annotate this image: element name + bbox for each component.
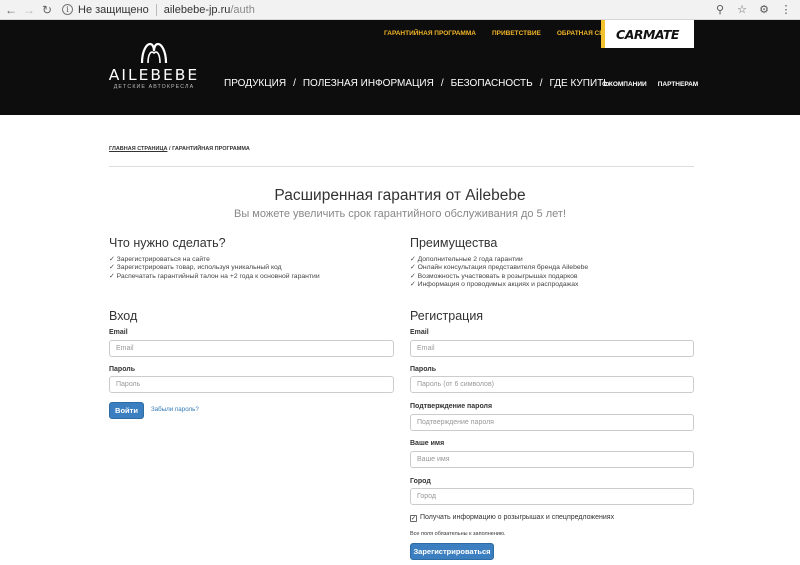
extension-icon[interactable]: ⚙ (756, 2, 772, 18)
nav-separator: / (440, 78, 444, 89)
address-bar[interactable]: i Не защищено ailebebe-jp.ru/auth (62, 2, 706, 18)
browser-toolbar: ← → ↻ i Не защищено ailebebe-jp.ru/auth … (0, 0, 800, 20)
carmate-logo-text: CARMATE (616, 26, 679, 42)
site-logo[interactable]: AILEBEBE ДЕТСКИЕ АВТОКРЕСЛА (108, 40, 200, 115)
city-label: Город (410, 478, 431, 485)
nav-partners[interactable]: ПАРТНЕРАМ (658, 81, 699, 88)
register-email-input[interactable]: Email (410, 340, 694, 357)
register-button[interactable]: Зарегистрироваться (410, 543, 494, 560)
page-title: Расширенная гарантия от Ailebebe (274, 187, 526, 204)
subscribe-checkbox[interactable]: ✓ (410, 515, 417, 522)
register-heading: Регистрация (410, 309, 484, 323)
login-email-label: Email (109, 329, 128, 336)
forward-icon[interactable]: → (22, 3, 36, 17)
menu-icon[interactable]: ⋮ (778, 2, 794, 18)
todo-heading: Что нужно сделать? (109, 236, 226, 250)
security-status[interactable]: Не защищено (78, 4, 149, 16)
benefits-heading: Преимущества (410, 236, 498, 250)
nav-about[interactable]: О КОМПАНИИ (602, 81, 647, 88)
login-password-label: Пароль (109, 366, 136, 373)
carmate-logo[interactable]: CARMATE (601, 20, 694, 48)
login-button[interactable]: Войти (109, 402, 144, 419)
list-item: ✓ Возможность участвовать в розыгрышах п… (410, 272, 578, 280)
list-item: ✓ Зарегистрировать товар, используя уник… (109, 264, 282, 272)
todo-list: ✓ Зарегистрироваться на сайте ✓ Зарегист… (109, 256, 320, 281)
login-heading: Вход (109, 309, 138, 323)
nav-where-to-buy[interactable]: ГДЕ КУПИТЬ (550, 78, 610, 89)
bookmark-star-icon[interactable]: ☆ (734, 2, 750, 18)
back-icon[interactable]: ← (4, 3, 18, 17)
top-link-warranty[interactable]: ГАРАНТИЙНАЯ ПРОГРАММА (384, 30, 476, 37)
name-label: Ваше имя (410, 440, 445, 447)
sub-nav: О КОМПАНИИ ПАРТНЕРАМ (602, 81, 709, 88)
nav-separator: / (293, 78, 296, 89)
register-password-label: Пароль (410, 366, 437, 373)
list-item: ✓ Информация о проводимых акциях и распр… (410, 281, 579, 289)
name-input[interactable]: Ваше имя (410, 451, 694, 468)
divider (109, 166, 694, 167)
subscribe-label[interactable]: Получать информацию о розыгрышах и спецп… (420, 514, 614, 521)
zoom-icon[interactable]: ⚲ (712, 2, 728, 18)
login-password-input[interactable]: Пароль (109, 376, 394, 393)
site-header: ГАРАНТИЙНАЯ ПРОГРАММА ПРИВЕТСТВИЕ ОБРАТН… (0, 20, 800, 115)
list-item: ✓ Онлайн консультация представителя брен… (410, 264, 589, 272)
register-email-label: Email (410, 329, 429, 336)
carmate-accent (601, 20, 605, 48)
top-links: ГАРАНТИЙНАЯ ПРОГРАММА ПРИВЕТСТВИЕ ОБРАТН… (384, 30, 633, 37)
nav-safety[interactable]: БЕЗОПАСНОСТЬ (451, 78, 533, 89)
breadcrumb-home[interactable]: ГЛАВНАЯ СТРАНИЦА (109, 146, 167, 152)
nav-separator: / (539, 78, 543, 89)
login-email-input[interactable]: Email (109, 340, 394, 357)
confirm-password-input[interactable]: Подтверждение пароля (410, 414, 694, 431)
list-item: ✓ Распечатать гарантийный талон на +2 го… (109, 272, 320, 280)
forgot-password-link[interactable]: Забыли пароль? (151, 406, 199, 413)
main-nav: ПРОДУКЦИЯ / ПОЛЕЗНАЯ ИНФОРМАЦИЯ / БЕЗОПА… (224, 78, 610, 89)
address-divider (155, 3, 157, 16)
url-path[interactable]: /auth (230, 4, 254, 16)
register-password-input[interactable]: Пароль (от 6 символов) (410, 376, 694, 393)
benefits-list: ✓ Дополнительные 2 года гарантии ✓ Онлай… (410, 256, 588, 290)
top-link-welcome[interactable]: ПРИВЕТСТВИЕ (492, 30, 541, 37)
logo-tagline: ДЕТСКИЕ АВТОКРЕСЛА (113, 84, 195, 90)
city-input[interactable]: Город (410, 488, 694, 505)
breadcrumb-current: ГАРАНТИЙНАЯ ПРОГРАММА (172, 146, 250, 152)
breadcrumb: ГЛАВНАЯ СТРАНИЦА / ГАРАНТИЙНАЯ ПРОГРАММА (109, 146, 250, 152)
logo-text: AILEBEBE (108, 66, 200, 84)
confirm-password-label: Подтверждение пароля (410, 403, 493, 410)
info-icon[interactable]: i (62, 4, 73, 15)
nav-useful-info[interactable]: ПОЛЕЗНАЯ ИНФОРМАЦИЯ (303, 78, 434, 89)
nav-products[interactable]: ПРОДУКЦИЯ (224, 78, 286, 89)
required-note: Все поля обязательны к заполнению. (410, 531, 506, 537)
reload-icon[interactable]: ↻ (40, 3, 54, 17)
page-subtitle: Вы можете увеличить срок гарантийного об… (234, 208, 566, 220)
logo-mark-icon (140, 42, 168, 64)
url-host[interactable]: ailebebe-jp.ru (164, 4, 231, 16)
